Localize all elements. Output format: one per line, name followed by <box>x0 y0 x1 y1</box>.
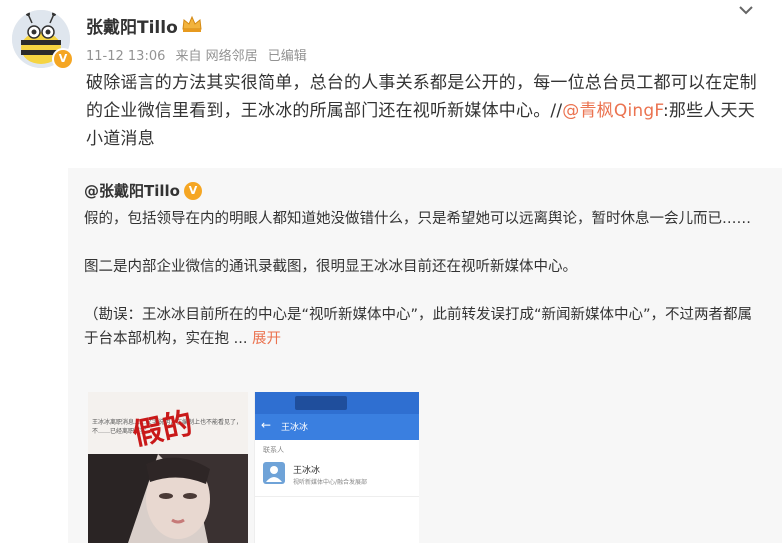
post-timestamp[interactable]: 11-12 13:06 <box>86 49 165 64</box>
verified-v-icon: V <box>52 48 74 70</box>
wecom-header-title: 王冰冰 <box>281 423 309 433</box>
repost-text: 假的，包括领导在内的明眼人都知道她没做错什么，只是希望她可以远离舆论，暂时休息一… <box>84 207 764 351</box>
post-username[interactable]: 张戴阳Tillo <box>86 13 178 38</box>
image-thumbnail-2[interactable]: ← 王冰冰 联系人 王冰冰 视听新媒体中心/融合发展部 <box>254 392 419 543</box>
contact-dept: 视听新媒体中心/融合发展部 <box>293 479 368 486</box>
mention-link[interactable]: @青枫QingF <box>562 101 663 121</box>
crown-badge-icon <box>182 15 202 32</box>
repost-para-2: 图二是内部企业微信的通讯录截图，很明显王冰冰目前还在视听新媒体中心。 <box>84 259 577 275</box>
portrait-photo <box>88 454 248 543</box>
contacts-section-label: 联系人 <box>263 446 284 454</box>
repost-para-1: 假的，包括领导在内的明眼人都知道她没做错什么，只是希望她可以远离舆论，暂时休息一… <box>84 211 751 227</box>
arrow-left-icon: ← <box>261 418 272 432</box>
post-edited[interactable]: 已编辑 <box>268 49 307 64</box>
phone-status-bar <box>255 392 419 414</box>
wecom-header: ← 王冰冰 <box>255 414 419 440</box>
image-thumbnail-1[interactable]: 王冰冰离职消息……文字说明，在编制上也不能看见了，不……已经离职属实 假的 <box>88 392 248 543</box>
expand-link[interactable]: 展开 <box>252 331 281 347</box>
redaction-mask <box>295 396 347 410</box>
contact-row: 王冰冰 视听新媒体中心/融合发展部 <box>255 456 419 497</box>
post-meta: 11-12 13:06 来自 网络邻居 已编辑 <box>86 45 313 64</box>
verified-v-icon: V <box>184 182 202 200</box>
chevron-down-icon[interactable] <box>737 3 755 17</box>
post-text: 破除谣言的方法其实很简单，总台的人事关系都是公开的，每一位总台员工都可以在定制的… <box>86 69 761 153</box>
repost-card[interactable]: @张戴阳Tillo V 假的，包括领导在内的明眼人都知道她没做错什么，只是希望她… <box>68 168 782 543</box>
contact-avatar <box>263 462 285 484</box>
repost-para-3-text: （勘误：王冰冰目前所在的中心是“视听新媒体中心”，此前转发误打成“新闻新媒体中心… <box>84 307 753 347</box>
contact-name: 王冰冰 <box>293 466 321 476</box>
repost-para-3: （勘误：王冰冰目前所在的中心是“视听新媒体中心”，此前转发误打成“新闻新媒体中心… <box>84 303 764 351</box>
post-source: 来自 网络邻居 <box>175 49 258 64</box>
repost-username[interactable]: @张戴阳Tillo <box>84 180 180 201</box>
